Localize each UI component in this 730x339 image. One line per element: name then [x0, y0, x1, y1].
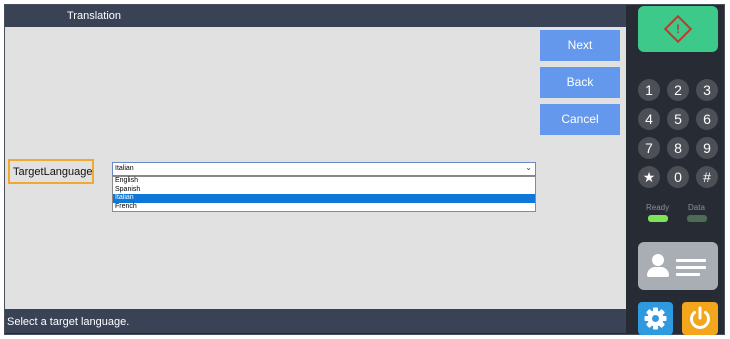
title-bar: Translation	[5, 5, 626, 27]
data-label: Data	[688, 203, 705, 212]
key-1[interactable]: 1	[638, 79, 660, 101]
cancel-button[interactable]: Cancel	[540, 104, 620, 135]
power-button[interactable]	[682, 302, 718, 335]
key-0[interactable]: 0	[667, 166, 689, 188]
key-star[interactable]: ★	[638, 166, 660, 188]
language-dropdown-list: English Spanish Italian French	[112, 176, 536, 212]
window-title: Translation	[67, 10, 122, 22]
language-option-spanish[interactable]: Spanish	[113, 186, 535, 195]
key-5[interactable]: 5	[667, 108, 689, 130]
ready-label: Ready	[646, 203, 670, 212]
next-button[interactable]: Next	[540, 30, 620, 61]
select-value: Italian	[115, 165, 134, 172]
key-hash[interactable]: #	[696, 166, 718, 188]
target-language-label: TargetLanguage:	[8, 159, 94, 184]
chevron-down-icon[interactable]: ⌄	[525, 162, 532, 174]
gear-icon	[644, 307, 667, 330]
language-option-english[interactable]: English	[113, 177, 535, 186]
language-option-italian[interactable]: Italian	[113, 194, 535, 203]
data-indicator	[687, 215, 707, 222]
target-language-select[interactable]: Italian ⌄	[112, 162, 536, 176]
key-4[interactable]: 4	[638, 108, 660, 130]
back-button[interactable]: Back	[540, 67, 620, 98]
id-card-button[interactable]	[638, 242, 718, 290]
language-option-french[interactable]: French	[113, 203, 535, 212]
key-2[interactable]: 2	[667, 79, 689, 101]
status-message: Select a target language.	[7, 316, 130, 328]
key-3[interactable]: 3	[696, 79, 718, 101]
key-9[interactable]: 9	[696, 137, 718, 159]
key-8[interactable]: 8	[667, 137, 689, 159]
status-bar: Select a target language.	[5, 309, 626, 333]
key-6[interactable]: 6	[696, 108, 718, 130]
control-panel: ! 1 2 3 4 5 6 7 8 9 ★ 0 # Ready Data	[630, 0, 728, 339]
settings-button[interactable]	[638, 302, 673, 335]
screen: Translation Next Back Cancel TargetLangu…	[5, 5, 626, 333]
ready-indicator	[648, 215, 668, 222]
key-7[interactable]: 7	[638, 137, 660, 159]
start-button[interactable]: !	[638, 6, 718, 52]
power-icon	[690, 306, 710, 329]
